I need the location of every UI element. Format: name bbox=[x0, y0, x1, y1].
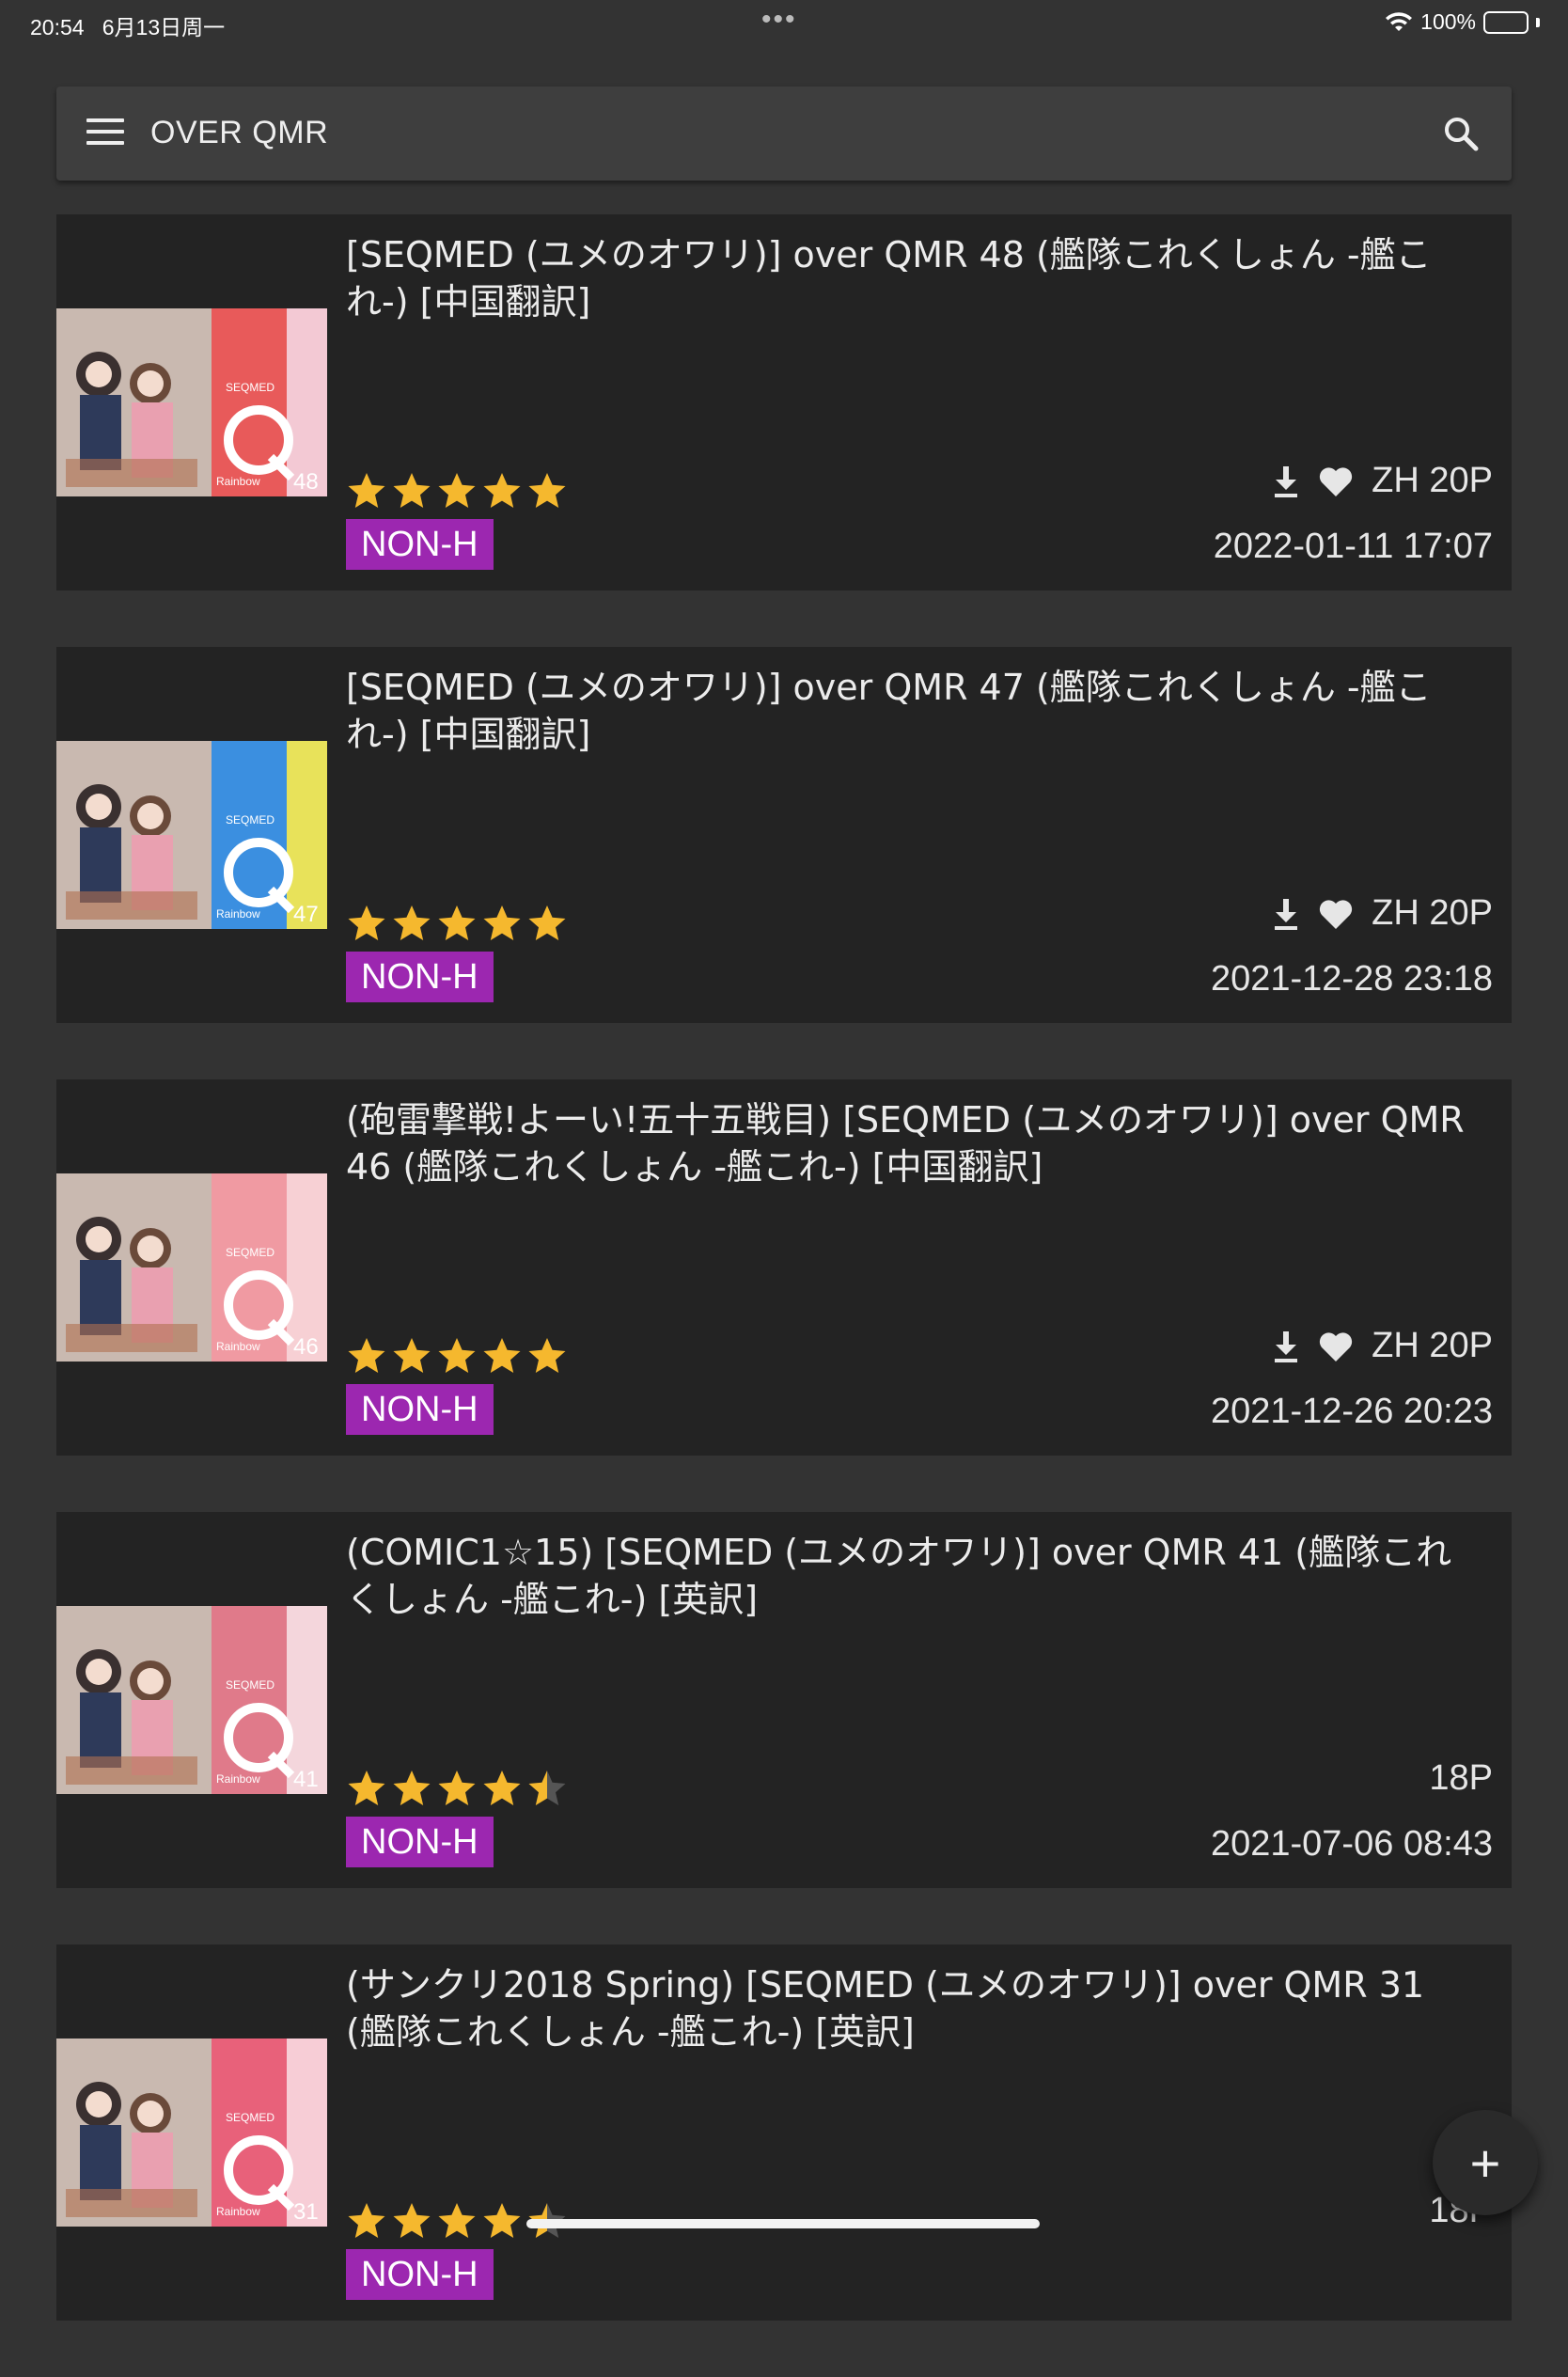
gallery-meta: 18P bbox=[1429, 1758, 1493, 1799]
star-icon bbox=[438, 473, 476, 508]
language-page-count: 18P bbox=[1429, 1758, 1493, 1798]
clock-time: 20:54 bbox=[30, 15, 85, 39]
status-indicators: 100% bbox=[1385, 9, 1540, 35]
rating-stars bbox=[346, 1335, 568, 1377]
svg-text:SEQMED: SEQMED bbox=[226, 2111, 274, 2124]
add-fab-button[interactable]: + bbox=[1433, 2110, 1538, 2215]
cover-thumbnail[interactable]: SEQMED Rainbow 31 bbox=[56, 2039, 327, 2227]
star-icon bbox=[438, 1338, 476, 1373]
battery-percent: 100% bbox=[1420, 9, 1476, 34]
star-icon bbox=[483, 905, 521, 940]
gallery-card[interactable]: SEQMED Rainbow 46 (砲雷撃戦!よーい!五十五戦目) [SEQMED … bbox=[56, 1079, 1512, 1456]
star-icon bbox=[393, 1771, 431, 1805]
cover-issue-number: 46 bbox=[293, 1334, 319, 1360]
category-badge: NON-H bbox=[346, 519, 494, 570]
plus-icon: + bbox=[1469, 2133, 1501, 2193]
star-icon bbox=[528, 1338, 566, 1373]
status-time: 20:54 6月13日周一 bbox=[30, 9, 225, 41]
cover-thumbnail[interactable]: SEQMED Rainbow 48 bbox=[56, 308, 327, 496]
cover-issue-number: 41 bbox=[293, 1767, 319, 1792]
gallery-title: (砲雷撃戦!よーい!五十五戦目) [SEQMED (ユメのオワリ)] over … bbox=[346, 1099, 1465, 1188]
category-badge: NON-H bbox=[346, 2249, 494, 2300]
star-icon bbox=[393, 2203, 431, 2238]
rating-stars bbox=[346, 903, 568, 944]
star-icon bbox=[528, 905, 566, 940]
gallery-title: [SEQMED (ユメのオワリ)] over QMR 47 (艦隊これくしょん … bbox=[346, 667, 1432, 755]
star-icon bbox=[483, 473, 521, 508]
star-icon bbox=[483, 1338, 521, 1373]
posted-date: 2021-12-26 20:23 bbox=[1210, 1392, 1493, 1431]
rating-stars bbox=[346, 1768, 568, 1809]
category-badge: NON-H bbox=[346, 952, 494, 1002]
svg-text:Rainbow: Rainbow bbox=[216, 1340, 260, 1353]
gallery-meta: ZH 20P bbox=[1272, 1326, 1493, 1366]
battery-icon bbox=[1483, 10, 1529, 34]
star-icon bbox=[348, 1771, 385, 1805]
download-icon[interactable] bbox=[1272, 464, 1300, 498]
gallery-title: [SEQMED (ユメのオワリ)] over QMR 48 (艦隊これくしょん … bbox=[346, 234, 1432, 323]
svg-text:SEQMED: SEQMED bbox=[226, 381, 274, 394]
gallery-card[interactable]: SEQMED Rainbow 41 (COMIC1☆15) [SEQMED (ユメのオ… bbox=[56, 1512, 1512, 1888]
star-icon bbox=[483, 2203, 521, 2238]
search-query-text[interactable]: OVER QMR bbox=[150, 115, 328, 151]
rating-stars bbox=[346, 470, 568, 512]
star-icon bbox=[393, 905, 431, 940]
star-icon bbox=[483, 1771, 521, 1805]
star-icon bbox=[438, 2203, 476, 2238]
wifi-icon bbox=[1386, 11, 1413, 31]
star-icon bbox=[438, 905, 476, 940]
cover-thumbnail[interactable]: SEQMED Rainbow 46 bbox=[56, 1173, 327, 1362]
gallery-card[interactable]: SEQMED Rainbow 48 [SEQMED (ユメのオワリ)] over QM… bbox=[56, 214, 1512, 590]
cover-thumbnail[interactable]: SEQMED Rainbow 47 bbox=[56, 741, 327, 929]
star-icon bbox=[393, 1338, 431, 1373]
search-icon[interactable] bbox=[1440, 113, 1482, 154]
svg-text:SEQMED: SEQMED bbox=[226, 813, 274, 826]
language-page-count: ZH 20P bbox=[1372, 461, 1493, 500]
gallery-title: (COMIC1☆15) [SEQMED (ユメのオワリ)] over QMR 4… bbox=[346, 1532, 1452, 1620]
language-page-count: ZH 20P bbox=[1372, 893, 1493, 933]
multitasking-dots-icon[interactable]: ••• bbox=[761, 4, 797, 36]
svg-text:Rainbow: Rainbow bbox=[216, 475, 260, 488]
hamburger-menu-icon[interactable] bbox=[86, 118, 124, 149]
heart-icon[interactable] bbox=[1317, 897, 1355, 931]
posted-date: 2021-07-06 08:43 bbox=[1210, 1824, 1493, 1864]
heart-icon[interactable] bbox=[1317, 1330, 1355, 1363]
status-bar: 20:54 6月13日周一 ••• 100% bbox=[0, 0, 1568, 45]
star-icon bbox=[393, 473, 431, 508]
star-icon bbox=[528, 1771, 566, 1805]
posted-date: 2021-12-28 23:18 bbox=[1210, 959, 1493, 999]
svg-text:Rainbow: Rainbow bbox=[216, 1772, 260, 1786]
gallery-title: (サンクリ2018 Spring) [SEQMED (ユメのオワリ)] over… bbox=[346, 1964, 1425, 2053]
category-badge: NON-H bbox=[346, 1384, 494, 1435]
language-page-count: ZH 20P bbox=[1372, 1326, 1493, 1365]
gallery-list: SEQMED Rainbow 48 [SEQMED (ユメのオワリ)] over QM… bbox=[56, 214, 1512, 2377]
cover-thumbnail[interactable]: SEQMED Rainbow 41 bbox=[56, 1606, 327, 1794]
download-icon[interactable] bbox=[1272, 897, 1300, 931]
home-indicator[interactable] bbox=[526, 2219, 1040, 2228]
category-badge: NON-H bbox=[346, 1817, 494, 1867]
star-icon bbox=[438, 1771, 476, 1805]
posted-date: 2022-01-11 17:07 bbox=[1213, 527, 1493, 566]
cover-issue-number: 48 bbox=[293, 469, 319, 495]
star-icon bbox=[528, 473, 566, 508]
svg-text:Rainbow: Rainbow bbox=[216, 2205, 260, 2218]
heart-icon[interactable] bbox=[1317, 464, 1355, 498]
svg-text:SEQMED: SEQMED bbox=[226, 1678, 274, 1692]
svg-text:Rainbow: Rainbow bbox=[216, 907, 260, 921]
gallery-meta: ZH 20P bbox=[1272, 461, 1493, 501]
star-icon bbox=[348, 905, 385, 940]
cover-issue-number: 47 bbox=[293, 902, 319, 927]
gallery-meta: ZH 20P bbox=[1272, 893, 1493, 934]
star-icon bbox=[348, 1338, 385, 1373]
search-bar[interactable]: OVER QMR bbox=[56, 87, 1512, 181]
clock-date: 6月13日周一 bbox=[102, 15, 226, 39]
download-icon[interactable] bbox=[1272, 1330, 1300, 1363]
gallery-card[interactable]: SEQMED Rainbow 31 (サンクリ2018 Spring) [SEQMED… bbox=[56, 1944, 1512, 2321]
svg-text:SEQMED: SEQMED bbox=[226, 1246, 274, 1259]
star-icon bbox=[348, 2203, 385, 2238]
gallery-card[interactable]: SEQMED Rainbow 47 [SEQMED (ユメのオワリ)] over QM… bbox=[56, 647, 1512, 1023]
star-icon bbox=[348, 473, 385, 508]
cover-issue-number: 31 bbox=[293, 2199, 319, 2225]
